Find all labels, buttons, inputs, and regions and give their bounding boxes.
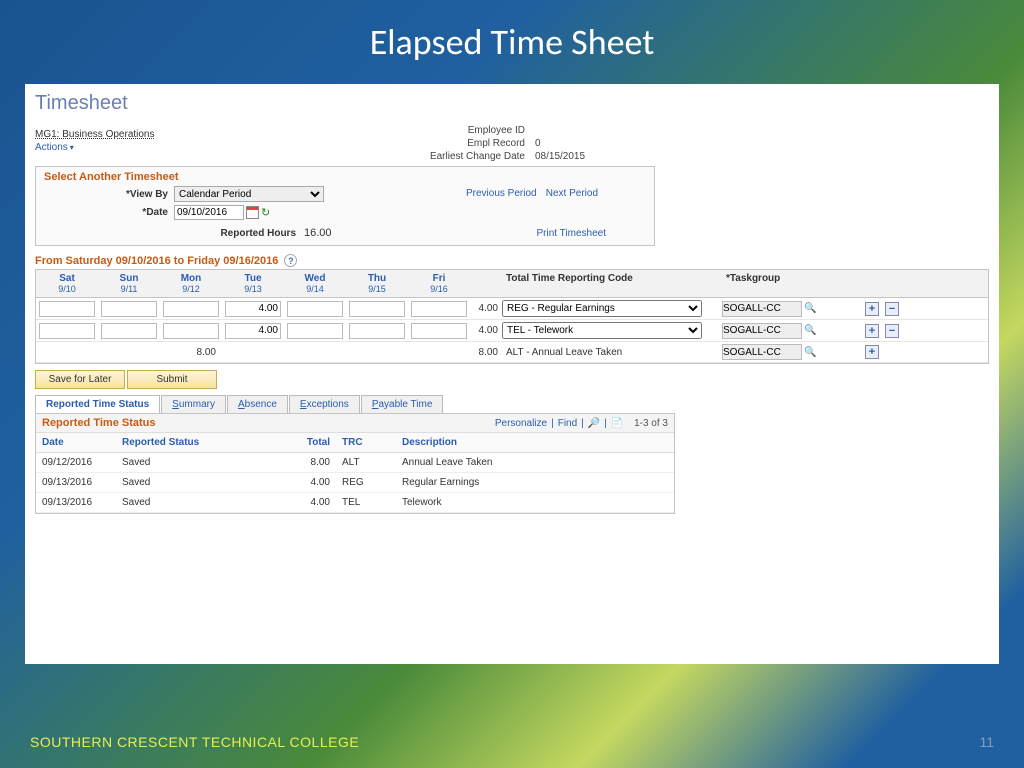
time-grid: Sat9/10Sun9/11Mon9/12Tue9/13Wed9/14Thu9/…: [35, 269, 989, 364]
col-date[interactable]: Date: [36, 433, 116, 452]
add-row-button[interactable]: +: [865, 302, 879, 316]
reported-hours-label: Reported Hours: [44, 228, 304, 239]
actions-menu[interactable]: Actions: [35, 142, 415, 153]
taskgroup-input[interactable]: [722, 344, 802, 360]
hours-input[interactable]: [349, 323, 405, 339]
time-row: 4.00TEL - Telework 🔍 +−: [36, 320, 988, 342]
change-date-value: 08/15/2015: [535, 151, 585, 162]
calendar-icon[interactable]: [246, 206, 259, 219]
tab-reported-time-status[interactable]: Reported Time Status: [35, 395, 160, 413]
next-period-link[interactable]: Next Period: [546, 188, 598, 199]
select-timesheet-panel: Select Another Timesheet *View By Calend…: [35, 166, 655, 246]
hours-input[interactable]: [101, 323, 157, 339]
week-range-title: From Saturday 09/10/2016 to Friday 09/16…: [35, 254, 989, 267]
add-row-button[interactable]: +: [865, 324, 879, 338]
taskgroup-input[interactable]: [722, 301, 802, 317]
hours-input[interactable]: [39, 301, 95, 317]
delete-row-button[interactable]: −: [885, 302, 899, 316]
taskgroup-header: *Taskgroup: [722, 270, 842, 297]
empl-record-label: Empl Record: [415, 138, 535, 149]
hours-static: 8.00: [160, 347, 222, 358]
time-row: 4.00REG - Regular Earnings 🔍 +−: [36, 298, 988, 320]
empl-record-value: 0: [535, 138, 541, 149]
trc-select[interactable]: TEL - Telework: [502, 322, 702, 339]
hours-input[interactable]: [225, 323, 281, 339]
hours-input[interactable]: [287, 301, 343, 317]
day-header: Fri9/16: [408, 270, 470, 297]
page-title: Timesheet: [35, 92, 989, 115]
personalize-link[interactable]: Personalize: [495, 418, 547, 429]
taskgroup-input[interactable]: [722, 323, 802, 339]
delete-row-button[interactable]: −: [885, 324, 899, 338]
download-icon[interactable]: 📄: [611, 418, 623, 429]
hours-input[interactable]: [349, 301, 405, 317]
time-row: 8.008.00ALT - Annual Leave Taken🔍+: [36, 342, 988, 363]
tab-absence[interactable]: Absence: [227, 395, 288, 413]
row-total: 8.00: [470, 347, 502, 358]
hours-input[interactable]: [163, 323, 219, 339]
save-button[interactable]: Save for Later: [35, 370, 125, 389]
tab-exceptions[interactable]: Exceptions: [289, 395, 360, 413]
date-label: *Date: [44, 207, 174, 218]
footer-org: SOUTHERN CRESCENT TECHNICAL COLLEGE: [30, 734, 359, 750]
trc-header: Total Time Reporting Code: [502, 270, 722, 297]
rts-row: 09/13/2016Saved4.00TELTelework: [36, 493, 674, 513]
day-header: Tue9/13: [222, 270, 284, 297]
trc-select[interactable]: REG - Regular Earnings: [502, 300, 702, 317]
slide-title: Elapsed Time Sheet: [0, 0, 1024, 74]
app-screenshot: Timesheet MG1: Business Operations Actio…: [25, 84, 999, 664]
trc-static: ALT - Annual Leave Taken: [502, 347, 722, 358]
hours-input[interactable]: [287, 323, 343, 339]
col-total[interactable]: Total: [266, 433, 336, 452]
day-header: Wed9/14: [284, 270, 346, 297]
slide-footer: SOUTHERN CRESCENT TECHNICAL COLLEGE 11: [0, 734, 1024, 750]
previous-period-link[interactable]: Previous Period: [466, 188, 537, 199]
rts-row: 09/13/2016Saved4.00REGRegular Earnings: [36, 473, 674, 493]
row-total: 4.00: [470, 303, 502, 314]
row-total: 4.00: [470, 325, 502, 336]
lookup-icon[interactable]: 🔍: [804, 347, 816, 359]
lookup-icon[interactable]: 🔍: [804, 303, 816, 315]
hours-input[interactable]: [411, 323, 467, 339]
hours-input[interactable]: [39, 323, 95, 339]
select-timesheet-title: Select Another Timesheet: [44, 171, 646, 183]
view-by-label: *View By: [44, 189, 174, 200]
hours-input[interactable]: [163, 301, 219, 317]
col-trc[interactable]: TRC: [336, 433, 396, 452]
hours-input[interactable]: [411, 301, 467, 317]
day-header: Thu9/15: [346, 270, 408, 297]
date-input[interactable]: [174, 205, 244, 220]
tab-summary[interactable]: Summary: [161, 395, 226, 413]
col-desc[interactable]: Description: [396, 433, 674, 452]
rts-title: Reported Time Status: [42, 417, 156, 429]
find-link[interactable]: Find: [558, 418, 577, 429]
reported-hours-value: 16.00: [304, 227, 332, 239]
zoom-icon[interactable]: 🔎: [588, 418, 600, 429]
unit-label: MG1: Business Operations: [35, 129, 415, 140]
refresh-icon[interactable]: ↻: [261, 206, 274, 219]
submit-button[interactable]: Submit: [127, 370, 217, 389]
employee-id-label: Employee ID: [415, 125, 535, 136]
day-header: Mon9/12: [160, 270, 222, 297]
lookup-icon[interactable]: 🔍: [804, 325, 816, 337]
help-icon[interactable]: ?: [284, 254, 297, 267]
day-header: Sat9/10: [36, 270, 98, 297]
reported-time-status-panel: Reported Time Status Personalize | Find …: [35, 413, 675, 514]
rts-row: 09/12/2016Saved8.00ALTAnnual Leave Taken: [36, 453, 674, 473]
print-timesheet-link[interactable]: Print Timesheet: [537, 228, 606, 239]
add-row-button[interactable]: +: [865, 345, 879, 359]
col-status[interactable]: Reported Status: [116, 433, 266, 452]
footer-page: 11: [979, 734, 994, 750]
tab-payable-time[interactable]: Payable Time: [361, 395, 444, 413]
hours-input[interactable]: [225, 301, 281, 317]
rts-count: 1-3 of 3: [634, 418, 668, 429]
day-header: Sun9/11: [98, 270, 160, 297]
view-by-select[interactable]: Calendar Period: [174, 186, 324, 202]
hours-input[interactable]: [101, 301, 157, 317]
change-date-label: Earliest Change Date: [415, 151, 535, 162]
